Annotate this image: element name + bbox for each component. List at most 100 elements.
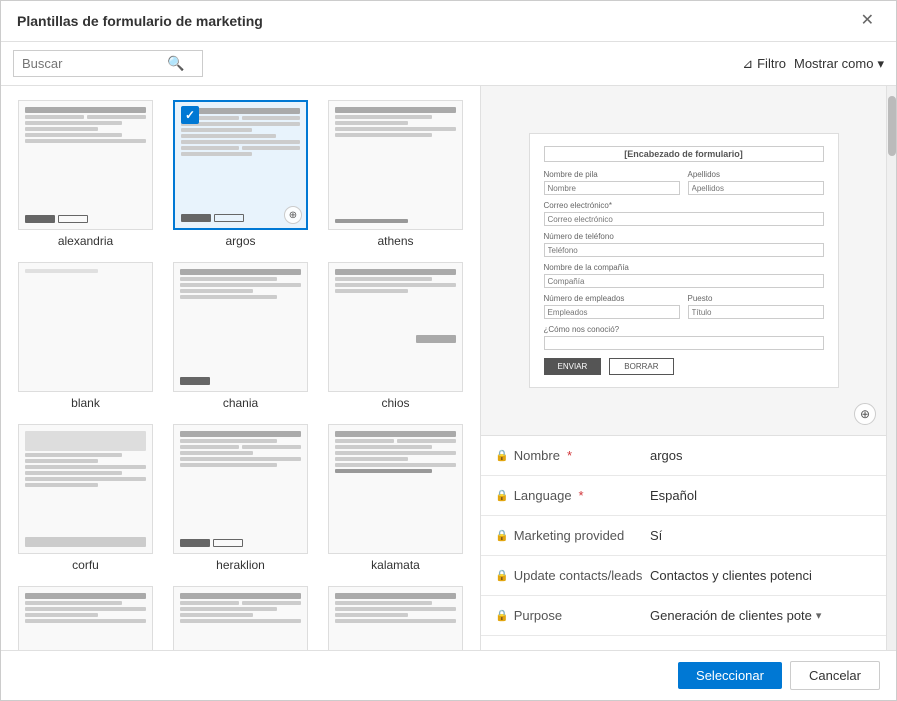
template-label-chios: chios — [381, 396, 409, 410]
template-thumb-chania — [173, 262, 308, 392]
info-value-language: Español — [650, 488, 697, 503]
pf-input-email[interactable] — [544, 212, 824, 226]
dialog-title: Plantillas de formulario de marketing — [17, 13, 263, 29]
template-thumb-chios — [328, 262, 463, 392]
pf-label-employees: Número de empleados — [544, 294, 680, 303]
info-label-name: 🔒 Nombre * — [495, 448, 650, 463]
template-thumb-blank — [18, 262, 153, 392]
info-row-update-contacts: 🔒 Update contacts/leads Contactos y clie… — [481, 556, 886, 596]
info-value-name: argos — [650, 448, 683, 463]
template-item-chania[interactable]: chania — [166, 258, 315, 414]
lock-icon-purpose: 🔒 — [495, 609, 509, 622]
info-row-name: 🔒 Nombre * argos — [481, 436, 886, 476]
template-info: 🔒 Nombre * argos 🔒 Language * Español — [481, 436, 886, 636]
template-thumb-athens — [328, 100, 463, 230]
toolbar: 🔍 ⊿ Filtro Mostrar como ▾ — [1, 42, 896, 86]
zoom-icon-argos[interactable]: ⊕ — [284, 206, 302, 224]
pf-label-how: ¿Cómo nos conoció? — [544, 325, 824, 334]
template-thumb-corfu — [18, 424, 153, 554]
chevron-down-icon: ▾ — [877, 56, 884, 72]
lock-icon-name: 🔒 — [495, 449, 509, 462]
info-row-language: 🔒 Language * Español — [481, 476, 886, 516]
filter-button[interactable]: ⊿ Filtro — [742, 56, 786, 72]
info-label-language: 🔒 Language * — [495, 488, 650, 503]
template-label-heraklion: heraklion — [216, 558, 265, 572]
pf-label-first-name: Nombre de pila — [544, 170, 680, 179]
search-icon[interactable]: 🔍 — [167, 55, 184, 72]
template-item-heraklion[interactable]: heraklion — [166, 420, 315, 576]
pf-submit-button[interactable]: ENVIAR — [544, 358, 602, 375]
template-label-alexandria: alexandria — [58, 234, 113, 248]
info-value-update-contacts: Contactos y clientes potenci — [650, 568, 812, 583]
pf-cancel-button[interactable]: BORRAR — [609, 358, 673, 375]
template-item-corfu[interactable]: corfu — [11, 420, 160, 576]
required-star-name: * — [567, 448, 572, 463]
pf-input-position[interactable] — [688, 305, 824, 319]
right-scrollbar[interactable] — [886, 86, 896, 650]
view-label: Mostrar como — [794, 56, 873, 71]
pf-input-phone[interactable] — [544, 243, 824, 257]
dialog-body: alexandria — [1, 86, 896, 650]
template-thumb-argos: ⊕ — [173, 100, 308, 230]
template-item-chios[interactable]: chios — [321, 258, 470, 414]
info-label-marketing: 🔒 Marketing provided — [495, 528, 650, 543]
info-value-marketing: Sí — [650, 528, 662, 543]
template-item-row4-col3[interactable] — [321, 582, 470, 650]
view-button[interactable]: Mostrar como ▾ — [794, 56, 884, 72]
dialog-header: Plantillas de formulario de marketing ✕ — [1, 1, 896, 42]
preview-panel: [Encabezado de formulario] Nombre de pil… — [481, 86, 886, 650]
info-label-update-contacts-text: Update contacts/leads — [514, 568, 643, 583]
info-label-language-text: Language — [514, 488, 572, 503]
pf-label-email: Correo electrónico* — [544, 201, 824, 210]
template-item-alexandria[interactable]: alexandria — [11, 96, 160, 252]
template-label-corfu: corfu — [72, 558, 99, 572]
template-item-athens[interactable]: athens — [321, 96, 470, 252]
template-label-athens: athens — [377, 234, 413, 248]
template-item-kalamata[interactable]: kalamata — [321, 420, 470, 576]
template-grid: alexandria — [11, 96, 470, 650]
close-button[interactable]: ✕ — [855, 11, 880, 31]
main-dialog: Plantillas de formulario de marketing ✕ … — [0, 0, 897, 701]
template-thumb-alexandria — [18, 100, 153, 230]
filter-label: Filtro — [757, 56, 786, 71]
preview-form-mock: [Encabezado de formulario] Nombre de pil… — [529, 133, 839, 388]
cancel-button[interactable]: Cancelar — [790, 661, 880, 690]
pf-label-company: Nombre de la compañía — [544, 263, 824, 272]
template-item-argos[interactable]: ⊕ argos — [166, 96, 315, 252]
template-thumb-row4-col3 — [328, 586, 463, 650]
filter-icon: ⊿ — [742, 56, 753, 72]
lock-icon-language: 🔒 — [495, 489, 509, 502]
template-thumb-heraklion — [173, 424, 308, 554]
info-label-purpose: 🔒 Purpose — [495, 608, 650, 623]
dialog-footer: Seleccionar Cancelar — [1, 650, 896, 700]
search-box[interactable]: 🔍 — [13, 50, 203, 77]
pf-input-last-name[interactable] — [688, 181, 824, 195]
template-label-blank: blank — [71, 396, 100, 410]
info-row-marketing: 🔒 Marketing provided Sí — [481, 516, 886, 556]
template-label-kalamata: kalamata — [371, 558, 420, 572]
preview-image-area: [Encabezado de formulario] Nombre de pil… — [481, 86, 886, 436]
info-row-purpose: 🔒 Purpose Generación de clientes pote ▾ — [481, 596, 886, 636]
pf-label-phone: Número de teléfono — [544, 232, 824, 241]
info-value-purpose: Generación de clientes pote — [650, 608, 812, 623]
template-grid-panel: alexandria — [1, 86, 481, 650]
lock-icon-update-contacts: 🔒 — [495, 569, 509, 582]
select-button[interactable]: Seleccionar — [678, 662, 782, 689]
pf-input-employees[interactable] — [544, 305, 680, 319]
info-label-marketing-text: Marketing provided — [514, 528, 625, 543]
info-label-name-text: Nombre — [514, 448, 560, 463]
template-thumb-kalamata — [328, 424, 463, 554]
preview-zoom-icon[interactable]: ⊕ — [854, 403, 876, 425]
required-star-language: * — [579, 488, 584, 503]
pf-label-position: Puesto — [688, 294, 824, 303]
pf-input-first-name[interactable] — [544, 181, 680, 195]
template-item-blank[interactable]: blank — [11, 258, 160, 414]
pf-input-how[interactable] — [544, 336, 824, 350]
pf-input-company[interactable] — [544, 274, 824, 288]
pf-label-last-name: Apellidos — [688, 170, 824, 179]
template-item-row4-col2[interactable] — [166, 582, 315, 650]
scrollbar-thumb[interactable] — [888, 96, 896, 156]
search-input[interactable] — [22, 56, 167, 71]
template-item-row4-col1[interactable] — [11, 582, 160, 650]
template-thumb-row4-col1 — [18, 586, 153, 650]
